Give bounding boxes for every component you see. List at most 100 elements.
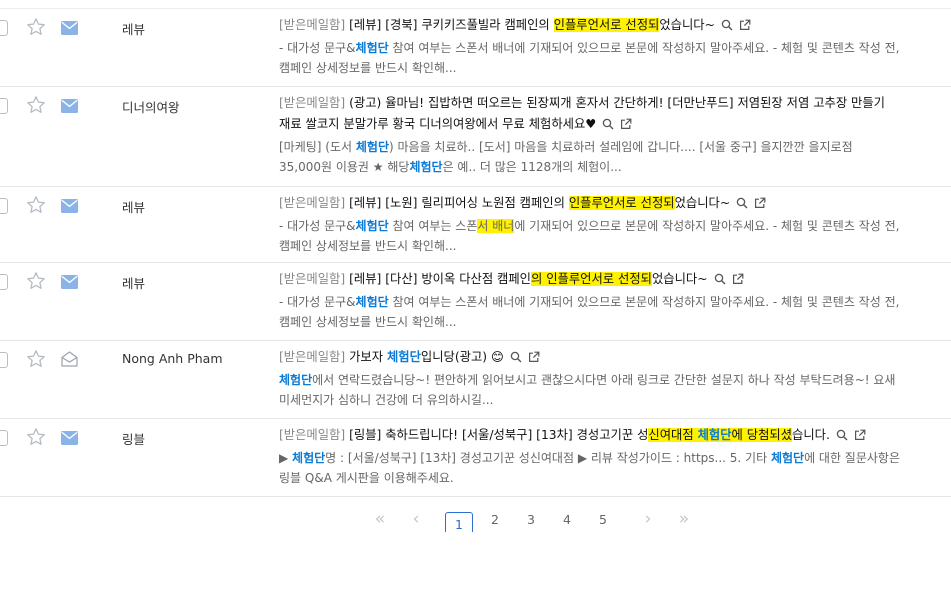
external-link-icon[interactable] — [754, 195, 766, 208]
external-link-icon[interactable] — [854, 427, 866, 440]
subject-text: 습니다. — [792, 428, 830, 442]
sender-name[interactable]: 디너의여왕 — [122, 97, 180, 116]
snippet-text: [마케팅] (도서 — [279, 140, 356, 154]
mail-snippet[interactable]: ▶ 체험단명 : [서울/성북구] [13차] 경성고기꾼 성신여대점 ▶ 리뷰… — [279, 448, 904, 488]
prev-page-button[interactable]: ‹ — [408, 510, 424, 529]
search-highlight: 신여대점 — [648, 428, 698, 442]
mail-snippet[interactable]: [마케팅] (도서 체험단) 마음을 치료하.. [도서] 마음을 치료하러 설… — [279, 137, 904, 177]
mail-subject[interactable]: [받은메일함] (광고) 율마님! 집밥하면 떠오르는 된장찌개 혼자서 간단하… — [279, 93, 904, 135]
mail-row[interactable]: 레뷰 [받은메일함] [레뷰] [경북] 쿠키키즈풀빌라 캠페인의 인플루언서로 … — [0, 9, 951, 87]
snippet-text: 에서 연락드렸습니당~! 편안하게 읽어보시고 괜찮으시다면 아래 링크로 간단… — [279, 373, 896, 407]
keyword-highlight: 체험단 — [409, 160, 443, 174]
mail-subject[interactable]: [받은메일함] [링블] 축하드립니다! [서울/성북구] [13차] 경성고기… — [279, 425, 904, 446]
snippet-text: - 대가성 문구& — [279, 41, 356, 55]
search-highlight: 서 배너 — [477, 219, 515, 233]
subject-text: 었습니다~ — [659, 18, 715, 32]
mail-subject[interactable]: [받은메일함] 가보자 체험단입니당(광고) 😊 — [279, 347, 904, 368]
magnifier-icon[interactable] — [721, 17, 733, 31]
snippet-text: ▶ — [279, 451, 293, 465]
star-icon[interactable] — [26, 195, 46, 215]
page-2-button[interactable]: 2 — [488, 512, 502, 527]
mail-subject[interactable]: [받은메일함] [레뷰] [노원] 릴리피어싱 노원점 캠페인의 인플루언서로 … — [279, 193, 904, 214]
magnifier-icon[interactable] — [836, 427, 848, 441]
mail-row[interactable]: 레뷰 [받은메일함] [레뷰] [노원] 릴리피어싱 노원점 캠페인의 인플루언서… — [0, 187, 951, 263]
mail-content[interactable]: [받은메일함] [링블] 축하드립니다! [서울/성북구] [13차] 경성고기… — [279, 425, 904, 488]
search-highlight: 인플루언서로 선정되 — [553, 18, 660, 32]
mail-subject[interactable]: [받은메일함] [레뷰] [경북] 쿠키키즈풀빌라 캠페인의 인플루언서로 선정… — [279, 15, 904, 36]
sender-name[interactable]: Nong Anh Pham — [122, 351, 223, 366]
select-checkbox[interactable] — [0, 98, 8, 114]
keyword-highlight: 체험단 — [355, 41, 389, 55]
envelope-closed-icon[interactable] — [61, 274, 78, 289]
mail-content[interactable]: [받은메일함] 가보자 체험단입니당(광고) 😊 체험단에서 연락드렸습니당~! … — [279, 347, 904, 410]
first-page-button[interactable]: « — [370, 510, 390, 529]
envelope-closed-icon[interactable] — [61, 198, 78, 213]
mail-row[interactable]: 링블 [받은메일함] [링블] 축하드립니다! [서울/성북구] [13차] 경성… — [0, 419, 951, 497]
subject-text: [레뷰] [경북] 쿠키키즈풀빌라 캠페인의 — [349, 18, 554, 32]
star-icon[interactable] — [26, 95, 46, 115]
folder-tag: [받은메일함] — [279, 272, 346, 286]
mail-content[interactable]: [받은메일함] [레뷰] [다산] 방이옥 다산점 캠페인의 인플루언서로 선정… — [279, 269, 904, 332]
envelope-open-icon[interactable] — [61, 351, 78, 367]
mail-row[interactable]: Nong Anh Pham [받은메일함] 가보자 체험단입니당(광고) 😊 체험단… — [0, 341, 951, 419]
mail-content[interactable]: [받은메일함] (광고) 율마님! 집밥하면 떠오르는 된장찌개 혼자서 간단하… — [279, 93, 904, 177]
subject-text: 었습니다~ — [651, 272, 708, 286]
mail-subject[interactable]: [받은메일함] [레뷰] [다산] 방이옥 다산점 캠페인의 인플루언서로 선정… — [279, 269, 904, 290]
keyword-highlight: 체험단 — [355, 140, 389, 154]
sender-name[interactable]: 링블 — [122, 429, 145, 448]
search-highlight: 에 당첨되셨 — [731, 428, 793, 442]
folder-tag: [받은메일함] — [279, 96, 346, 110]
mail-snippet[interactable]: 체험단에서 연락드렸습니당~! 편안하게 읽어보시고 괜찮으시다면 아래 링크로… — [279, 370, 904, 410]
magnifier-icon[interactable] — [714, 271, 726, 285]
select-checkbox[interactable] — [0, 274, 8, 290]
next-page-button[interactable]: › — [640, 510, 656, 529]
magnifier-icon[interactable] — [736, 195, 748, 209]
sender-name[interactable]: 레뷰 — [122, 197, 145, 216]
envelope-closed-icon[interactable] — [61, 20, 78, 35]
snippet-text: 참여 여부는 스폰 — [388, 219, 478, 233]
row-divider — [0, 496, 951, 497]
magnifier-icon[interactable] — [602, 116, 614, 130]
external-link-icon[interactable] — [739, 17, 751, 30]
select-checkbox[interactable] — [0, 198, 8, 214]
mail-content[interactable]: [받은메일함] [레뷰] [노원] 릴리피어싱 노원점 캠페인의 인플루언서로 … — [279, 193, 904, 256]
external-link-icon[interactable] — [528, 349, 540, 362]
snippet-text: 명 : [서울/성북구] [13차] 경성고기꾼 성신여대점 ▶ 리뷰 작성가이… — [325, 451, 771, 465]
external-link-icon[interactable] — [620, 116, 632, 129]
select-checkbox[interactable] — [0, 20, 8, 36]
envelope-closed-icon[interactable] — [61, 98, 78, 113]
mail-content[interactable]: [받은메일함] [레뷰] [경북] 쿠키키즈풀빌라 캠페인의 인플루언서로 선정… — [279, 15, 904, 78]
snippet-text: - 대가성 문구& — [279, 219, 356, 233]
search-highlight: 인플루언서로 선정되 — [568, 196, 675, 210]
select-checkbox[interactable] — [0, 430, 8, 446]
page-1-button[interactable]: 1 — [445, 512, 473, 532]
last-page-button[interactable]: » — [674, 510, 694, 529]
external-link-icon[interactable] — [732, 271, 744, 284]
keyword-highlight: 체험단 — [386, 350, 421, 364]
mail-row[interactable]: 레뷰 [받은메일함] [레뷰] [다산] 방이옥 다산점 캠페인의 인플루언서로 … — [0, 263, 951, 341]
mail-snippet[interactable]: - 대가성 문구&체험단 참여 여부는 스폰서 배너에 기재되어 있으므로 본문… — [279, 38, 904, 78]
magnifier-icon[interactable] — [510, 349, 522, 363]
folder-tag: [받은메일함] — [279, 18, 346, 32]
page-4-button[interactable]: 4 — [560, 512, 574, 527]
subject-text: 었습니다~ — [674, 196, 731, 210]
keyword-highlight: 체험단 — [279, 373, 313, 387]
search-highlight: 의 인플루언서로 선정되 — [531, 272, 652, 286]
star-icon[interactable] — [26, 427, 46, 447]
star-icon[interactable] — [26, 17, 46, 37]
select-checkbox[interactable] — [0, 352, 8, 368]
page-5-button[interactable]: 5 — [596, 512, 610, 527]
star-icon[interactable] — [26, 349, 46, 369]
sender-name[interactable]: 레뷰 — [122, 19, 145, 38]
subject-text: 입니당(광고) 😊 — [420, 350, 504, 364]
mail-row[interactable]: 디너의여왕 [받은메일함] (광고) 율마님! 집밥하면 떠오르는 된장찌개 혼자… — [0, 87, 951, 187]
keyword-highlight: 체험단 — [355, 219, 389, 233]
folder-tag: [받은메일함] — [279, 350, 346, 364]
subject-text: (광고) 율마님! 집밥하면 떠오르는 된장찌개 혼자서 간단하게! [더만난푸… — [279, 96, 885, 131]
mail-snippet[interactable]: - 대가성 문구&체험단 참여 여부는 스폰서 배너에 기재되어 있으므로 본문… — [279, 292, 904, 332]
star-icon[interactable] — [26, 271, 46, 291]
envelope-closed-icon[interactable] — [61, 430, 78, 445]
mail-snippet[interactable]: - 대가성 문구&체험단 참여 여부는 스폰서 배너에 기재되어 있으므로 본문… — [279, 216, 904, 256]
page-3-button[interactable]: 3 — [524, 512, 538, 527]
sender-name[interactable]: 레뷰 — [122, 273, 145, 292]
